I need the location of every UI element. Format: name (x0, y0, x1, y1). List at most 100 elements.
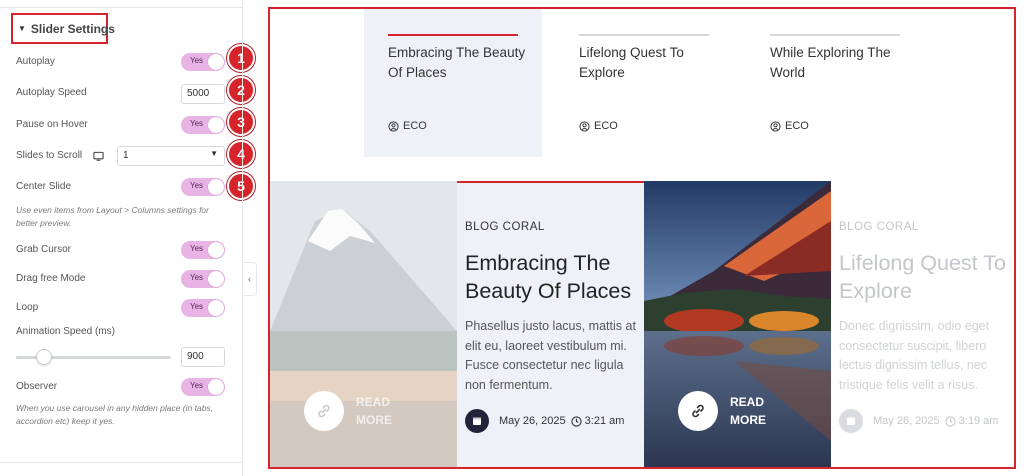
loop-toggle[interactable]: Yes (181, 299, 225, 317)
settings-panel: ▼ Slider Settings Autoplay Yes 1 Autopla… (0, 0, 255, 476)
toggle-text: Yes (190, 244, 204, 253)
tab-title: Embracing The Beauty Of Places (388, 45, 526, 80)
divider (0, 7, 242, 8)
tab-category[interactable]: ECO (579, 120, 618, 132)
user-circle-icon (388, 120, 399, 132)
toggle-knob (208, 271, 224, 287)
slide-card-active[interactable]: BLOG CORAL Embracing The Beauty Of Place… (457, 181, 644, 467)
toggle-text: Yes (190, 381, 204, 390)
slide-image-1[interactable]: READ MORE (270, 181, 457, 467)
grab-cursor-label: Grab Cursor (16, 244, 72, 255)
slider-handle[interactable] (35, 349, 52, 365)
autoplay-speed-label: Autoplay Speed (16, 87, 87, 98)
center-slide-toggle[interactable]: Yes (181, 178, 225, 196)
card-date: May 26, 2025 (499, 415, 566, 427)
card-meta: May 26, 2025 3:21 am (465, 409, 624, 433)
slides-to-scroll-label: Slides to Scroll (16, 150, 83, 161)
card-category[interactable]: BLOG CORAL (839, 221, 919, 233)
card-date: May 26, 2025 (873, 415, 940, 427)
link-icon (692, 404, 704, 418)
toggle-text: Yes (190, 181, 204, 190)
read-more-link-1[interactable]: READ MORE (304, 391, 396, 431)
calendar-icon (839, 409, 863, 433)
animation-speed-row: Animation Speed (ms) (16, 323, 228, 343)
card-title[interactable]: Embracing The Beauty Of Places (465, 249, 644, 305)
tab-title: Lifelong Quest To Explore (579, 45, 684, 80)
slider-preview: Embracing The Beauty Of Places ECO Lifel… (268, 7, 1016, 469)
slides-track[interactable]: READ MORE BLOG CORAL Embracing The Beaut… (270, 181, 1014, 467)
toggle-knob (208, 54, 224, 70)
select-value: 1 (123, 150, 129, 161)
slider-tab-3[interactable]: While Exploring The World ECO (746, 9, 924, 157)
pause-on-hover-toggle[interactable]: Yes (181, 116, 225, 134)
chevron-left-icon: ‹ (248, 274, 251, 284)
center-slide-label: Center Slide (16, 181, 72, 192)
observer-hint: When you use carousel in any hidden plac… (16, 403, 214, 426)
toggle-knob (208, 242, 224, 258)
animation-speed-label: Animation Speed (ms) (16, 326, 115, 337)
loop-label: Loop (16, 302, 39, 313)
card-time: 3:19 am (958, 415, 999, 427)
card-excerpt: Phasellus justo lacus, mattis at elit eu… (465, 319, 636, 392)
card-category[interactable]: BLOG CORAL (465, 221, 545, 233)
clock-icon (571, 415, 582, 427)
observer-toggle[interactable]: Yes (181, 378, 225, 396)
slides-to-scroll-select[interactable]: 1 ▼ (117, 146, 225, 166)
animation-speed-input[interactable]: 900 (181, 347, 225, 367)
active-accent-bar (457, 181, 644, 183)
user-circle-icon (770, 120, 781, 132)
observer-label: Observer (16, 381, 58, 392)
read-more-text: READ MORE (356, 395, 392, 427)
step-badge-2: 2 (227, 76, 255, 104)
tab-title: While Exploring The World (770, 45, 891, 80)
toggle-knob (208, 117, 224, 133)
slide-card-next[interactable]: BLOG CORAL Lifelong Quest To Explore Don… (831, 181, 1014, 467)
card-excerpt: Donec dignissim, odio eget consectetur s… (839, 319, 990, 392)
card-time: 3:21 am (584, 415, 625, 427)
card-title[interactable]: Lifelong Quest To Explore (839, 249, 1014, 305)
step-badge-5: 5 (227, 172, 255, 200)
toggle-text: Yes (190, 56, 204, 65)
calendar-icon (465, 409, 489, 433)
tab-category-label: ECO (785, 120, 809, 132)
caret-down-icon: ▼ (18, 24, 26, 33)
toggle-knob (208, 379, 224, 395)
read-more-link-2[interactable]: READ MORE (678, 391, 770, 431)
center-slide-hint: Use even items from Layout > Columns set… (16, 205, 209, 228)
step-badge-1: 1 (227, 44, 255, 72)
tab-progress-bar (579, 34, 709, 36)
clock-icon (945, 415, 956, 427)
drag-free-mode-toggle[interactable]: Yes (181, 270, 225, 288)
autoplay-toggle[interactable]: Yes (181, 53, 225, 71)
toggle-text: Yes (190, 273, 204, 282)
autoplay-speed-input[interactable]: 5000 (181, 84, 225, 104)
autoplay-label: Autoplay (16, 56, 55, 67)
slider-tab-1[interactable]: Embracing The Beauty Of Places ECO (364, 9, 542, 157)
read-more-text: READ MORE (730, 395, 766, 427)
desktop-icon[interactable] (93, 151, 104, 162)
user-circle-icon (579, 120, 590, 132)
toggle-text: Yes (190, 119, 204, 128)
tab-progress-bar (770, 34, 900, 36)
tab-category[interactable]: ECO (388, 120, 427, 132)
read-more-button[interactable] (304, 391, 344, 431)
slide-image-2[interactable]: READ MORE (644, 181, 831, 467)
read-more-button[interactable] (678, 391, 718, 431)
section-header-slider-settings[interactable]: ▼ Slider Settings (11, 13, 115, 44)
tab-category-label: ECO (403, 120, 427, 132)
toggle-knob (208, 300, 224, 316)
grab-cursor-toggle[interactable]: Yes (181, 241, 225, 259)
drag-free-mode-label: Drag free Mode (16, 273, 86, 284)
toggle-knob (208, 179, 224, 195)
tab-category-label: ECO (594, 120, 618, 132)
collapse-panel-button[interactable]: ‹ (243, 262, 257, 296)
chevron-down-icon: ▼ (210, 149, 218, 158)
step-badge-4: 4 (227, 140, 255, 168)
slider-tab-2[interactable]: Lifelong Quest To Explore ECO (555, 9, 733, 157)
card-meta: May 26, 2025 3:19 am (839, 409, 998, 433)
toggle-text: Yes (190, 302, 204, 311)
link-icon (318, 404, 330, 418)
tab-category[interactable]: ECO (770, 120, 809, 132)
tab-progress-bar (388, 34, 518, 36)
divider (0, 462, 242, 463)
